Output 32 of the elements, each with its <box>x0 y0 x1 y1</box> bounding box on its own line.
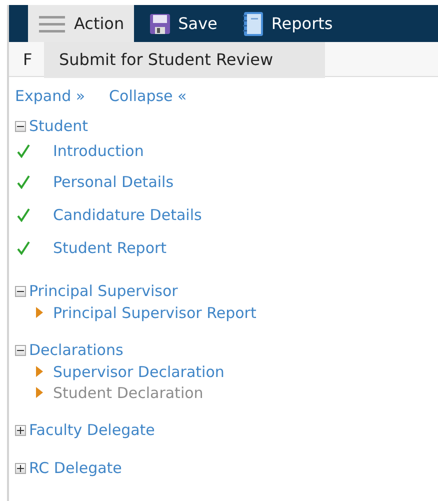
expand-toggle[interactable] <box>15 462 26 474</box>
menu-icon <box>38 14 66 34</box>
check-icon <box>17 144 30 158</box>
toolbar-button[interactable]: Reports <box>233 5 343 42</box>
tree-item[interactable]: Principal Supervisor Report <box>53 304 256 322</box>
action-menu-button[interactable]: Action <box>28 5 134 42</box>
expand-toggle[interactable] <box>15 424 26 436</box>
collapse-toggle[interactable] <box>15 286 26 296</box>
arrow-icon <box>36 366 43 377</box>
notebook-icon <box>243 12 264 36</box>
tree-item[interactable]: Student Report <box>53 238 167 256</box>
menu-item[interactable]: Submit for Student Review <box>44 42 325 78</box>
tree-group[interactable]: Declarations <box>29 341 124 359</box>
collapse-toggle[interactable] <box>15 120 26 132</box>
check-icon <box>17 208 30 222</box>
tree-item[interactable]: Personal Details <box>53 172 174 190</box>
tree-group[interactable]: Principal Supervisor <box>29 282 178 300</box>
expand-link[interactable]: Expand » <box>15 87 86 105</box>
tab-label[interactable]: F <box>23 50 32 68</box>
tree-group[interactable]: Student <box>29 117 88 135</box>
collapse-toggle[interactable] <box>15 344 26 356</box>
arrow-icon <box>36 387 43 398</box>
collapse-link[interactable]: Collapse « <box>109 87 187 105</box>
tree-group[interactable]: RC Delegate <box>29 459 122 477</box>
check-icon <box>17 174 30 188</box>
tree-group[interactable]: Faculty Delegate <box>29 421 155 439</box>
tree-item[interactable]: Candidature Details <box>53 206 202 224</box>
tree-item[interactable]: Introduction <box>53 142 144 160</box>
check-icon <box>17 240 30 254</box>
toolbar-button[interactable]: Save <box>140 5 228 42</box>
tree-item[interactable]: Supervisor Declaration <box>53 362 224 380</box>
arrow-icon <box>36 307 43 318</box>
